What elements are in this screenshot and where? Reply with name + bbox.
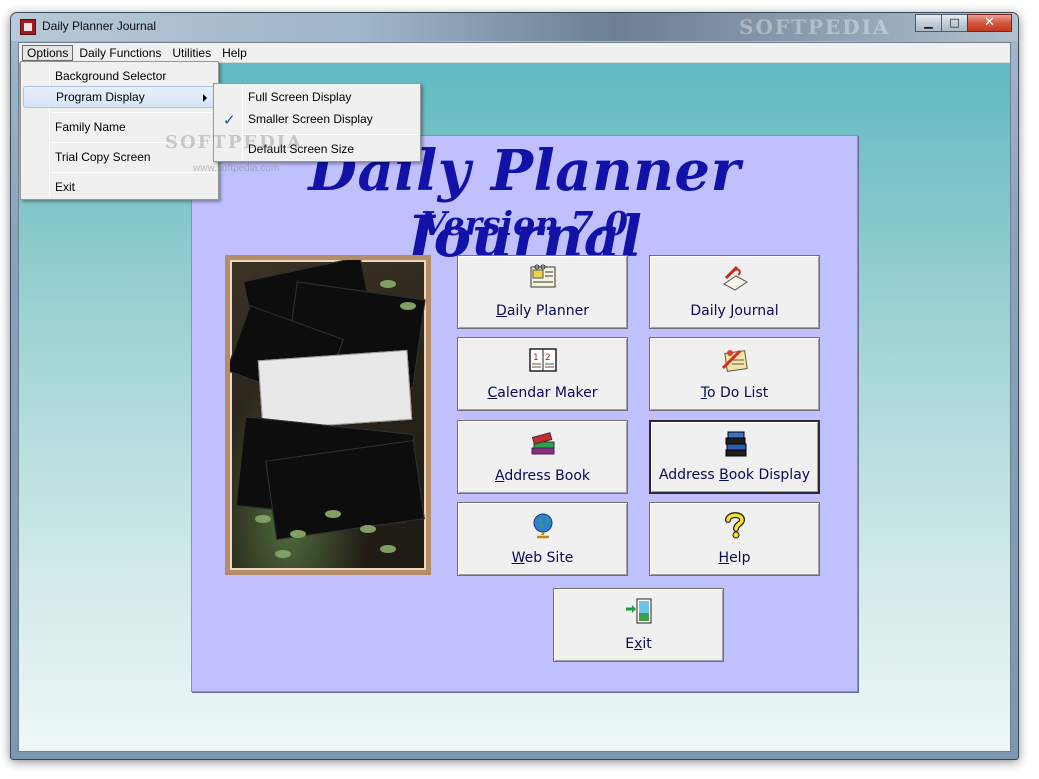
calendar-icon: 1 2	[529, 348, 557, 372]
globe-icon	[533, 513, 553, 539]
menu-item-program-display-label: Program Display	[56, 90, 145, 104]
daily-journal-label: Daily Journal	[690, 303, 779, 319]
exit-label: Exit	[625, 636, 652, 652]
app-icon[interactable]	[20, 19, 36, 35]
minimize-icon: ▁	[924, 16, 933, 29]
window-controls: ▁ □ ✕	[915, 14, 1012, 32]
menu-item-smaller-screen-display[interactable]: ✓ Smaller Screen Display	[216, 108, 418, 130]
daily-planner-button[interactable]: Daily Planner	[457, 255, 628, 329]
menu-daily-functions[interactable]: Daily Functions	[74, 45, 166, 61]
menu-item-smaller-screen-display-label: Smaller Screen Display	[248, 112, 373, 126]
menu-item-exit[interactable]: Exit	[23, 176, 216, 198]
menu-item-program-display[interactable]: Program Display	[23, 86, 216, 108]
help-label: Help	[718, 550, 751, 566]
web-site-label: Web Site	[511, 550, 574, 566]
svg-text:2: 2	[545, 353, 551, 363]
minimize-button[interactable]: ▁	[915, 14, 942, 32]
daily-journal-button[interactable]: Daily Journal	[649, 255, 820, 329]
books-icon	[531, 432, 555, 455]
close-button[interactable]: ✕	[967, 14, 1012, 32]
exit-button[interactable]: Exit	[553, 588, 724, 662]
svg-text:1: 1	[533, 353, 539, 363]
app-version: Version 7.0	[421, 204, 628, 243]
submenu-arrow-icon	[203, 94, 207, 102]
to-do-list-button[interactable]: To Do List	[649, 337, 820, 411]
menu-separator	[51, 172, 216, 173]
menu-item-full-screen-display[interactable]: Full Screen Display	[216, 86, 418, 108]
address-book-display-button[interactable]: Address Book Display	[649, 420, 820, 494]
address-book-label: Address Book	[494, 468, 591, 484]
planner-photo	[225, 255, 431, 575]
close-icon: ✕	[984, 15, 995, 30]
address-book-display-label: Address Book Display	[658, 467, 811, 483]
question-icon	[725, 512, 746, 539]
calendar-maker-button[interactable]: 1 2 Calendar Maker	[457, 337, 628, 411]
books-stack-icon	[725, 431, 747, 457]
menu-help[interactable]: Help	[217, 45, 252, 61]
journal-icon	[723, 265, 748, 291]
window-title: Daily Planner Journal	[42, 19, 157, 33]
options-menu: Background Selector Program Display Fami…	[20, 61, 219, 200]
exit-door-icon	[626, 598, 652, 624]
check-icon: ✓	[223, 112, 236, 129]
help-button[interactable]: Help	[649, 502, 820, 576]
menu-bar: Options Daily Functions Utilities Help	[19, 43, 1010, 63]
menu-separator	[51, 112, 216, 113]
watermark-url: www.softpedia.com	[193, 163, 280, 174]
daily-planner-label: Daily Planner	[496, 303, 589, 319]
address-book-button[interactable]: Address Book	[457, 420, 628, 494]
maximize-button[interactable]: □	[941, 14, 968, 32]
calendar-maker-label: Calendar Maker	[487, 385, 598, 401]
todo-icon	[721, 349, 748, 372]
watermark: SOFTPEDIA	[739, 15, 891, 39]
watermark-overlay: SOFTPEDIA	[165, 132, 304, 153]
web-site-button[interactable]: Web Site	[457, 502, 628, 576]
to-do-list-label: To Do List	[700, 385, 769, 401]
menu-options[interactable]: Options	[22, 44, 74, 61]
menu-item-background-selector[interactable]: Background Selector	[23, 65, 216, 87]
main-panel: Daily Planner Journal Version 7.0 Daily …	[191, 135, 858, 692]
maximize-icon: □	[949, 16, 960, 29]
menu-utilities[interactable]: Utilities	[167, 45, 216, 61]
planner-icon	[530, 264, 556, 288]
title-bar[interactable]: Daily Planner Journal SOFTPEDIA ▁ □ ✕	[11, 13, 1018, 41]
